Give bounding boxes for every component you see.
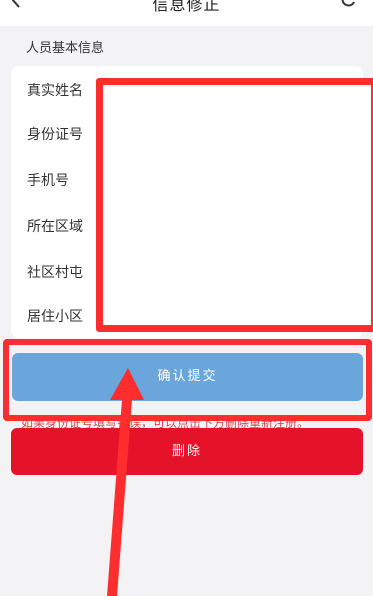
- top-navigation-bar: 信息修正: [0, 0, 373, 26]
- field-label-real-name: 真实姓名: [27, 83, 83, 99]
- field-label-id-number: 身份证号: [27, 127, 83, 143]
- confirm-submit-button[interactable]: 确认提交: [12, 353, 363, 401]
- section-title: 人员基本信息: [26, 41, 105, 56]
- refresh-icon[interactable]: [341, 0, 357, 8]
- page-title: 信息修正: [152, 0, 221, 14]
- field-label-phone: 手机号: [27, 173, 69, 189]
- field-label-community: 社区村屯: [27, 265, 83, 281]
- field-label-area: 所在区域: [27, 219, 83, 235]
- field-label-residential: 居住小区: [27, 309, 83, 325]
- delete-button[interactable]: 删除: [11, 428, 363, 475]
- confirm-highlight: 确认提交: [3, 339, 372, 421]
- redacted-info-highlight: [96, 78, 373, 332]
